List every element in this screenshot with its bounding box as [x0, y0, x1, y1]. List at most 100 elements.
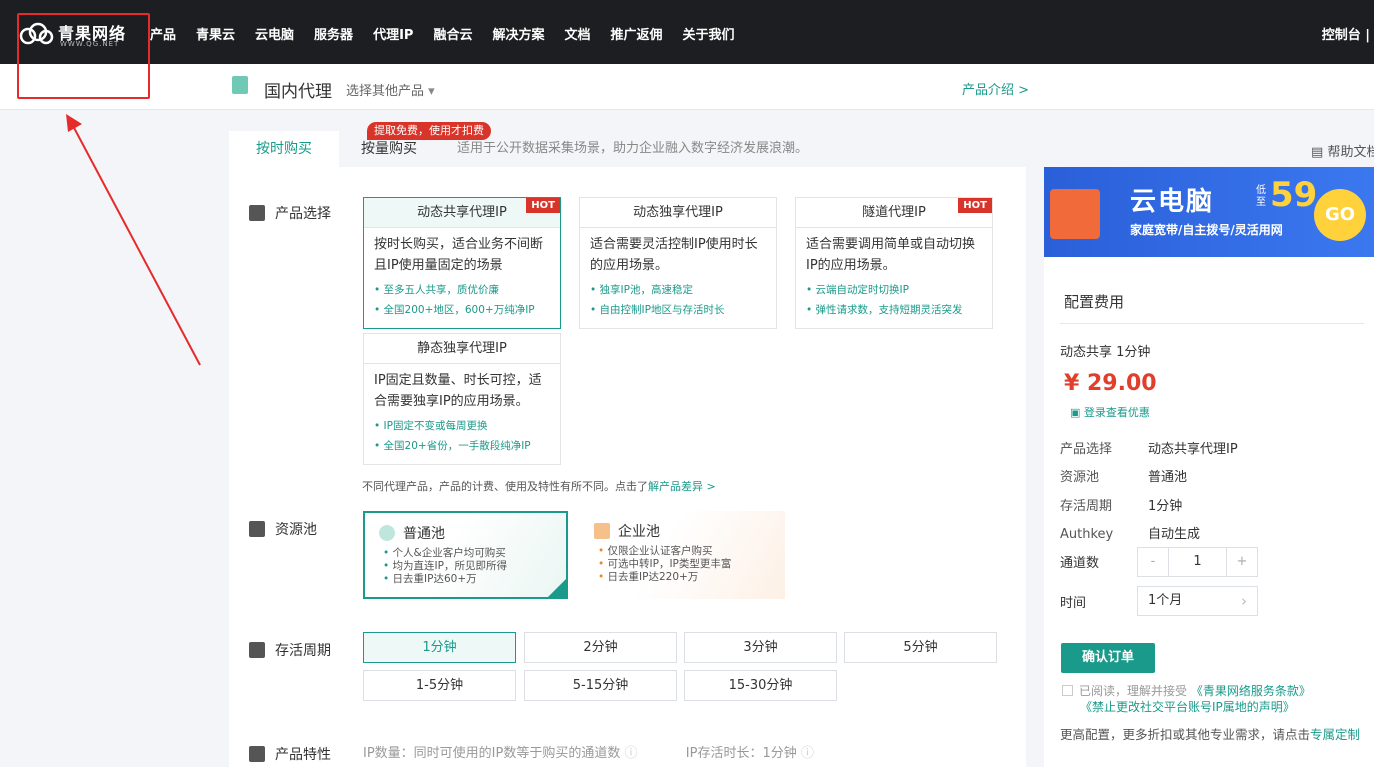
duration-option[interactable]: 5分钟	[844, 632, 997, 663]
pool-point: 可选中转IP，IP类型更丰富	[594, 558, 771, 571]
card-description: IP固定且数量、时长可控，适合需要独享IP的应用场景。	[374, 373, 542, 409]
card-feature: 全国200+地区，600+万纯净IP	[374, 300, 550, 320]
cube-icon	[249, 205, 265, 221]
summary-row: Authkey 自动生成	[1060, 523, 1200, 542]
custom-config-link[interactable]: 专属定制	[1310, 727, 1360, 742]
card-feature: 独享IP池，高速稳定	[590, 280, 766, 300]
purchase-tabs: 按时购买 按量购买 适用于公开数据采集场景，助力企业融入数字经济发展浪潮。	[229, 131, 1026, 167]
summary-value: 动态共享代理IP	[1148, 442, 1238, 457]
product-subheader: 国内代理 选择其他产品 ▾ 产品介绍 >	[0, 64, 1374, 110]
terms-link[interactable]: 《青果网络服务条款》	[1191, 684, 1311, 698]
help-doc-link[interactable]: ▤ 帮助文档	[1311, 141, 1374, 160]
increment-button[interactable]: +	[1227, 548, 1257, 576]
nav-menu: 产品 青果云 云电脑 服务器 代理IP 融合云 解决方案 文档 推广返佣 关于我…	[150, 24, 755, 43]
time-select[interactable]: 1个月	[1137, 586, 1258, 616]
features-line: IP数量：同时可使用的IP数等于购买的通道数 ⓘ IP存活时长：1分钟 ⓘ	[363, 742, 814, 761]
product-diff-note: 不同代理产品，产品的计费、使用及特性有所不同。点击了解产品差异 >	[362, 478, 716, 494]
card-feature: 弹性请求数，支持短期灵活突发	[806, 300, 982, 320]
channel-count-input[interactable]: 1	[1168, 548, 1227, 576]
duration-option[interactable]: 5-15分钟	[524, 670, 677, 701]
agree-text: 已阅读，理解并接受	[1079, 684, 1188, 698]
purchase-config-panel: 产品选择 动态共享代理IP HOT 按时长购买，适合业务不间断且IP使用量固定的场…	[229, 167, 1026, 767]
custom-config-note: 更高配置，更多折扣或其他专业需求，请点击专属定制	[1060, 724, 1360, 743]
channel-count-stepper: - 1 +	[1137, 547, 1258, 577]
duration-text: 存活周期	[275, 643, 331, 659]
product-diff-link[interactable]: 解产品差异 >	[648, 480, 716, 493]
nav-item-qingguo-cloud[interactable]: 青果云	[196, 24, 235, 43]
tab-description: 适用于公开数据采集场景，助力企业融入数字经济发展浪潮。	[457, 141, 809, 156]
pool-title: 普通池	[403, 526, 445, 542]
banner-go-button[interactable]: GO	[1314, 189, 1366, 241]
product-intro-link[interactable]: 产品介绍 >	[962, 79, 1029, 98]
nav-item-fusion-cloud[interactable]: 融合云	[433, 24, 472, 43]
layers-icon	[249, 521, 265, 537]
duration-option[interactable]: 1分钟	[363, 632, 516, 663]
card-feature: 自由控制IP地区与存活时长	[590, 300, 766, 320]
summary-value: 1分钟	[1148, 499, 1183, 514]
product-card-dynamic-exclusive[interactable]: 动态独享代理IP 适合需要灵活控制IP使用时长的应用场景。 独享IP池，高速稳定…	[579, 197, 777, 329]
caret-down-icon: ▾	[428, 84, 435, 99]
nav-item-affiliate[interactable]: 推广返佣	[610, 24, 662, 43]
product-select-label: 产品选择	[249, 203, 331, 223]
nav-item-cloud-pc[interactable]: 云电脑	[255, 24, 294, 43]
annotation-arrow-icon	[66, 114, 201, 366]
nav-item-about[interactable]: 关于我们	[683, 24, 735, 43]
nav-item-server[interactable]: 服务器	[314, 24, 353, 43]
ip-statement-link[interactable]: 《禁止更改社交平台账号IP属地的声明》	[1080, 700, 1295, 714]
channel-count-label: 通道数	[1060, 556, 1100, 571]
duration-option[interactable]: 1-5分钟	[363, 670, 516, 701]
login-coupon-link[interactable]: ▣ 登录查看优惠	[1070, 404, 1150, 420]
help-doc-label: 帮助文档	[1327, 145, 1374, 160]
pool-point: 个人&企业客户均可购买	[379, 547, 552, 560]
pool-card-normal[interactable]: 普通池 个人&企业客户均可购买 均为直连IP，所见即所得 日去重IP达60+万	[363, 511, 568, 599]
summary-key: Authkey	[1060, 527, 1114, 542]
duration-option[interactable]: 3分钟	[684, 632, 837, 663]
card-title: 静态独享代理IP	[417, 341, 507, 356]
nav-item-product[interactable]: 产品	[150, 24, 176, 43]
confirm-order-button[interactable]: 确认订单	[1061, 643, 1155, 673]
decrement-button[interactable]: -	[1138, 548, 1168, 576]
hot-badge: HOT	[526, 198, 560, 213]
pool-point: 仅限企业认证客户购买	[594, 545, 771, 558]
pool-normal-icon	[379, 525, 395, 541]
summary-key: 存活周期	[1060, 499, 1113, 514]
custom-config-text: 更高配置，更多折扣或其他专业需求，请点击	[1060, 727, 1311, 742]
cloud-pc-banner[interactable]: 云电脑 低至 59 元 家庭宽带/自主拨号/灵活用网 GO	[1044, 167, 1374, 257]
help-circle-icon[interactable]: ⓘ	[801, 746, 814, 761]
nav-item-docs[interactable]: 文档	[564, 24, 590, 43]
banner-low-label: 低至	[1256, 185, 1266, 208]
console-link[interactable]: 控制台 |	[1322, 24, 1370, 43]
resource-pool-text: 资源池	[275, 522, 317, 538]
summary-row: 资源池 普通池	[1060, 466, 1187, 485]
duration-option[interactable]: 2分钟	[524, 632, 677, 663]
summary-key: 产品选择	[1060, 442, 1113, 457]
free-extract-badge: 提取免费，使用才扣费	[367, 122, 491, 140]
pool-point: 日去重IP达220+万	[594, 571, 771, 584]
nav-item-solutions[interactable]: 解决方案	[492, 24, 544, 43]
agree-checkbox[interactable]	[1062, 685, 1073, 696]
card-title: 隧道代理IP	[862, 205, 926, 220]
product-card-static-exclusive[interactable]: 静态独享代理IP IP固定且数量、时长可控，适合需要独享IP的应用场景。 IP固…	[363, 333, 561, 465]
hot-badge: HOT	[958, 198, 992, 213]
login-coupon-label: 登录查看优惠	[1083, 406, 1150, 419]
tab-buy-by-time[interactable]: 按时购买	[229, 131, 339, 167]
card-description: 适合需要调用简单或自动切换IP的应用场景。	[806, 237, 976, 273]
pool-point: 日去重IP达60+万	[379, 573, 552, 586]
card-feature: 全国20+省份，一手散段纯净IP	[374, 436, 550, 456]
select-other-product-dropdown[interactable]: 选择其他产品 ▾	[346, 80, 435, 99]
divider	[1060, 323, 1364, 324]
select-other-product-label: 选择其他产品	[346, 84, 425, 99]
nav-item-proxy-ip[interactable]: 代理IP	[373, 24, 413, 43]
product-card-tunnel[interactable]: 隧道代理IP HOT 适合需要调用简单或自动切换IP的应用场景。 云端自动定时切换…	[795, 197, 993, 329]
selected-check-icon	[548, 579, 566, 597]
product-card-dynamic-shared[interactable]: 动态共享代理IP HOT 按时长购买，适合业务不间断且IP使用量固定的场景 至多五…	[363, 197, 561, 329]
card-description: 按时长购买，适合业务不间断且IP使用量固定的场景	[374, 237, 544, 273]
help-circle-icon[interactable]: ⓘ	[625, 746, 638, 761]
resource-pool-label: 资源池	[249, 519, 317, 539]
banner-title: 云电脑	[1130, 187, 1215, 217]
pool-card-enterprise[interactable]: 企业池 仅限企业认证客户购买 可选中转IP，IP类型更丰富 日去重IP达220+…	[580, 511, 785, 599]
summary-row: 存活周期 1分钟	[1060, 495, 1182, 514]
duration-option[interactable]: 15-30分钟	[684, 670, 837, 701]
hourglass-icon	[249, 642, 265, 658]
product-select-text: 产品选择	[275, 206, 331, 222]
